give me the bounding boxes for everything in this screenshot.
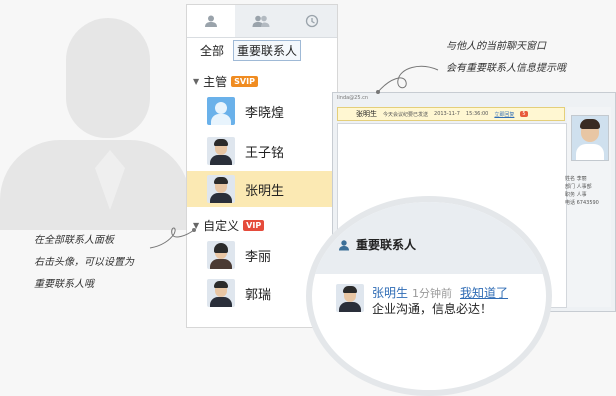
svip-badge: SVIP: [231, 75, 258, 87]
avatar: [207, 241, 235, 269]
contact-name: 李丽: [245, 249, 272, 265]
annotation-contact-panel: 在全部联系人面板 右击头像，可以设置为 重要联系人哦: [34, 230, 134, 296]
annotation-line: 在全部联系人面板: [34, 235, 114, 246]
magnified-notification: 重要联系人 张明生 1分钟前 我知道了 企业沟通，信息必达！: [306, 196, 552, 396]
avatar: [207, 175, 235, 203]
tab-contacts[interactable]: [187, 5, 235, 37]
person-icon: [339, 239, 349, 250]
group-icon: [252, 15, 270, 27]
message-time: 1分钟前: [412, 287, 453, 300]
info-line: 电话 6743590: [565, 200, 599, 206]
annotation-line: 重要联系人哦: [34, 279, 94, 290]
callout-arrow-icon: [149, 227, 196, 249]
silhouette-body: [0, 140, 190, 230]
avatar: [207, 279, 235, 307]
important-contact-notice-bar[interactable]: 张明生 今天会议纪要已发送 2013-11-7 15:36:00 立即回复 5: [337, 107, 565, 121]
annotation-line: 右击头像，可以设置为: [34, 257, 134, 268]
contact-item[interactable]: 李晓煌: [187, 93, 337, 129]
contact-filter: 全部 重要联系人: [197, 39, 302, 61]
vip-badge: VIP: [243, 219, 265, 231]
annotation-line: 与他人的当前聊天窗口: [446, 41, 546, 52]
callout-arrow-icon: [376, 65, 439, 94]
contact-name: 郭瑞: [245, 287, 272, 303]
contact-photo: [571, 115, 609, 161]
contact-item[interactable]: 王子铭: [187, 133, 337, 169]
notice-message: 今天会议纪要已发送: [383, 111, 429, 118]
unread-count-badge: 5: [520, 111, 528, 117]
avatar: [336, 284, 364, 312]
contact-name: 李晓煌: [245, 105, 285, 121]
filter-all-button[interactable]: 全部: [197, 41, 227, 60]
annotation-chat-window: 与他人的当前聊天窗口 会有重要联系人信息提示哦: [446, 36, 566, 80]
silhouette-head: [66, 18, 150, 138]
history-clock-icon: [305, 14, 319, 28]
contact-name: 张明生: [245, 183, 285, 199]
group-header-custom[interactable]: ▼ 自定义 VIP: [193, 215, 265, 235]
notification-title: 重要联系人: [338, 236, 416, 253]
info-line: 职务 人事: [565, 192, 587, 198]
filter-important-button[interactable]: 重要联系人: [233, 39, 302, 61]
notice-time: 15:36:00: [465, 111, 489, 117]
notice-name: 张明生: [356, 110, 377, 118]
dismiss-link[interactable]: 我知道了: [460, 284, 508, 301]
contact-icon: [205, 15, 217, 27]
notice-date: 2013-11-7: [434, 111, 460, 117]
annotation-line: 会有重要联系人信息提示哦: [446, 63, 566, 74]
contact-card-side: [567, 107, 611, 307]
tab-bar: [187, 5, 337, 38]
tab-groups[interactable]: [235, 5, 287, 37]
info-line: 部门 人事部: [565, 184, 592, 190]
notification-title-text: 重要联系人: [356, 238, 417, 252]
contact-info: 姓名 李丽 部门 人事部 职务 人事 电话 6743590: [565, 175, 599, 207]
window-title: linda@25.cn: [337, 95, 369, 101]
reply-now-link[interactable]: 立即回复: [494, 111, 514, 118]
avatar: [207, 137, 235, 165]
sender-name[interactable]: 张明生: [372, 284, 408, 301]
info-line: 姓名 李丽: [565, 176, 587, 182]
group-name: 主管: [203, 74, 228, 89]
expand-arrow-icon: ▼: [193, 76, 200, 86]
notification-line: 张明生 1分钟前 我知道了: [372, 284, 508, 301]
tab-history[interactable]: [287, 5, 337, 37]
notification-message: 企业沟通，信息必达！: [372, 302, 493, 316]
group-name: 自定义: [203, 218, 240, 233]
default-avatar-icon: [207, 97, 235, 125]
group-header-supervisor[interactable]: ▼ 主管 SVIP: [193, 71, 258, 91]
contact-name: 王子铭: [245, 145, 285, 161]
